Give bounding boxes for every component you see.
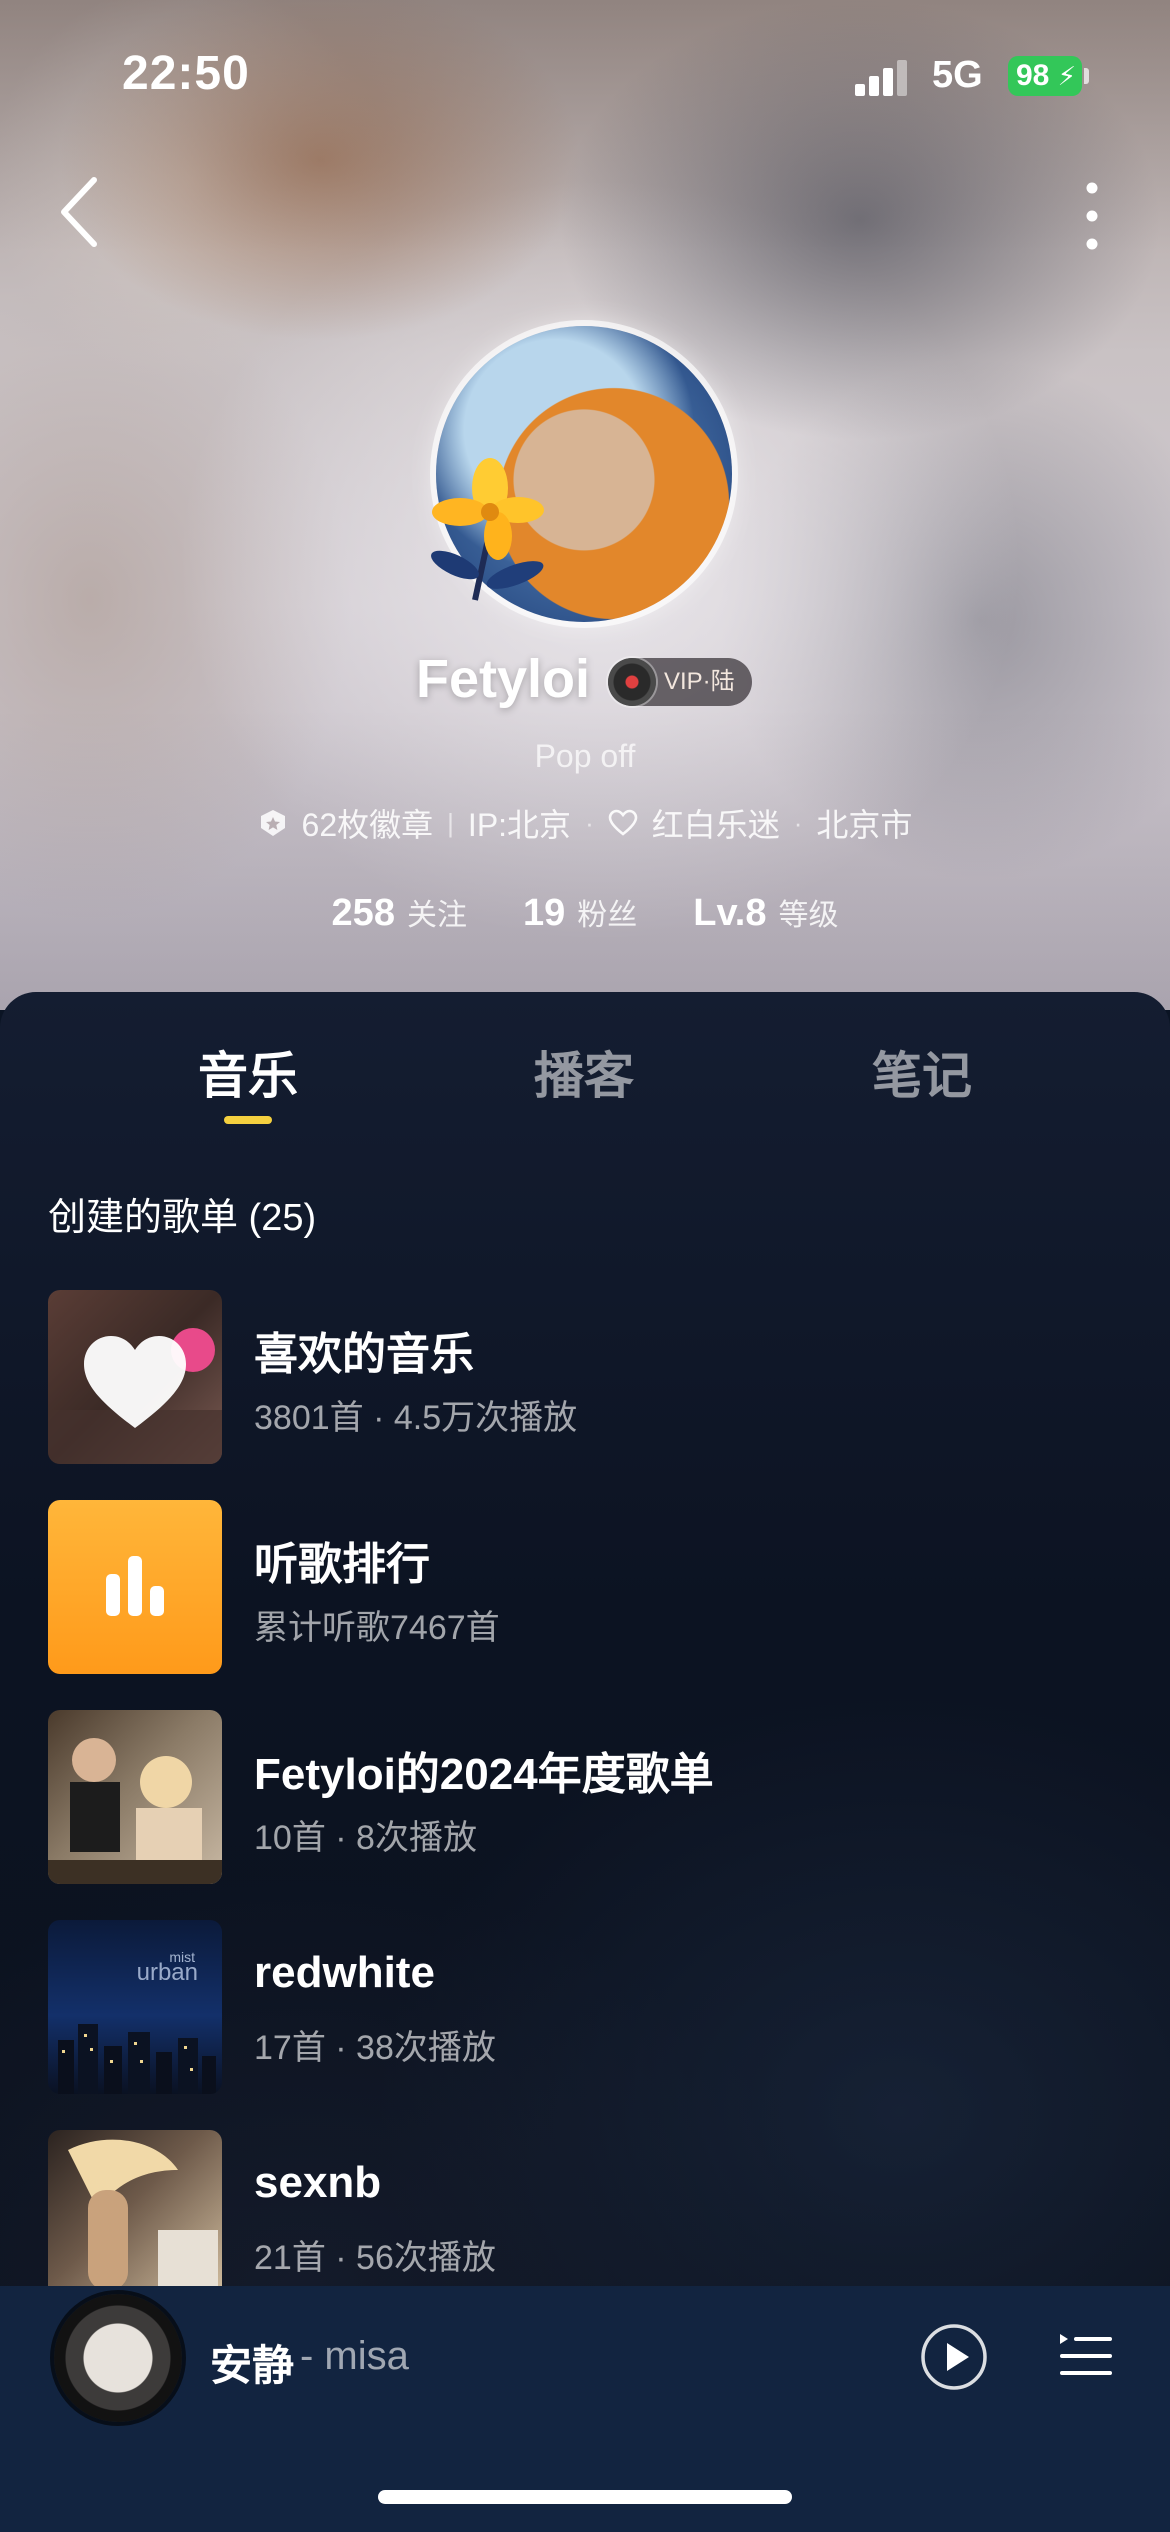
playlist-cover (48, 2130, 222, 2304)
fan-tag[interactable]: 红白乐迷 (652, 800, 780, 846)
level-value: Lv.8 (693, 892, 767, 934)
playlist-cover: mist urban (48, 1920, 222, 2094)
photo-cover-icon (48, 1738, 222, 1884)
playlist-subtitle: 10首 · 8次播放 (254, 1819, 477, 1857)
playlist-subtitle: 21首 · 56次播放 (254, 2239, 496, 2277)
battery-level: 98 (1016, 59, 1050, 92)
now-playing-disc[interactable] (54, 2294, 182, 2422)
playlist-cover (48, 1710, 222, 1884)
playlist-item[interactable]: mist urban redwhite 17首 · 38次播放 (48, 1920, 1128, 2096)
profile-stats: 258 关注 19 粉丝 Lv.8 等级 (0, 890, 1170, 946)
playlist-item[interactable]: Fetyloi的2024年度歌单 10首 · 8次播放 (48, 1710, 1128, 1886)
city-cover-icon: mist urban (58, 1949, 216, 2094)
playlist-item[interactable]: 听歌排行 累计听歌7467首 (48, 1500, 1128, 1676)
following-stat[interactable]: 258 关注 (332, 890, 467, 935)
playlist-item[interactable]: 喜欢的音乐 3801首 · 4.5万次播放 (48, 1290, 1128, 1466)
profile-screen: 22:50 5G 98 ⚡ Fetyloi VIP·陆 Pop off 62枚徽… (0, 0, 1170, 2532)
battery-indicator: 98 ⚡ (1008, 56, 1082, 96)
cover-text-urban: urban (137, 1959, 198, 1986)
badge-count[interactable]: 62枚徽章 (302, 800, 434, 846)
dot-separator: · (793, 807, 803, 838)
created-playlists-title[interactable]: 创建的歌单 (25) (48, 1186, 316, 1241)
level-stat[interactable]: Lv.8 等级 (693, 890, 838, 935)
status-time: 22:50 (122, 47, 250, 100)
battery-cap (1084, 68, 1089, 84)
followers-label: 粉丝 (577, 899, 638, 932)
play-icon[interactable] (920, 2323, 988, 2391)
now-playing-title[interactable]: 安静 (210, 2332, 294, 2393)
playlist-cover (48, 1500, 222, 1674)
profile-meta-row: 62枚徽章 | IP:北京 · 红白乐迷 · 北京市 (0, 800, 1170, 846)
dot-separator: · (585, 807, 594, 838)
photo-cover-icon (68, 2139, 218, 2290)
chevron-left-icon[interactable] (52, 172, 112, 252)
tab-podcast[interactable]: 播客 (464, 1036, 704, 1108)
city: 北京市 (816, 807, 913, 843)
badge-icon (260, 810, 285, 836)
playlist-name: sexnb (254, 2158, 382, 2207)
vinyl-disc-icon (608, 658, 656, 706)
playlist-item[interactable]: sexnb 21首 · 56次播放 (48, 2130, 1128, 2306)
username: Fetyloi (416, 649, 591, 709)
playlist-subtitle: 17首 · 38次播放 (254, 2029, 496, 2067)
heart-icon (608, 809, 638, 836)
playlist-queue-icon[interactable] (1058, 2328, 1114, 2384)
playlist-name: redwhite (254, 1948, 435, 1997)
level-label: 等级 (778, 899, 839, 932)
profile-bio: Pop off (534, 738, 636, 774)
ip-location: IP:北京 (467, 807, 572, 843)
playlist-name: 听歌排行 (254, 1540, 430, 1589)
home-indicator[interactable] (378, 2490, 792, 2504)
avatar-frame-flower-icon (431, 458, 544, 601)
now-playing-artist[interactable]: - misa (300, 2334, 409, 2379)
playlist-subtitle: 3801首 · 4.5万次播放 (254, 1399, 578, 1437)
heart-cover-icon (48, 1328, 222, 1464)
playlist-cover (48, 1290, 222, 1464)
following-count: 258 (331, 892, 395, 934)
bar-chart-icon (106, 1556, 164, 1616)
playlist-name: Fetyloi的2024年度歌单 (254, 1750, 714, 1799)
signal-icon (855, 60, 907, 96)
charging-bolt-icon: ⚡ (1057, 61, 1076, 91)
network-type: 5G (932, 54, 983, 96)
following-label: 关注 (406, 899, 467, 932)
divider: | (447, 807, 454, 838)
tab-bar: 音乐 播客 笔记 (0, 1036, 1170, 1116)
tab-music[interactable]: 音乐 (128, 1036, 368, 1108)
tab-notes[interactable]: 笔记 (802, 1036, 1042, 1108)
followers-stat[interactable]: 19 粉丝 (523, 890, 637, 935)
playlist-subtitle: 累计听歌7467首 (254, 1609, 500, 1647)
vertical-ellipsis-icon[interactable] (1070, 178, 1114, 254)
playlist-name: 喜欢的音乐 (254, 1330, 474, 1379)
followers-count: 19 (522, 892, 566, 934)
active-tab-indicator (224, 1116, 272, 1124)
